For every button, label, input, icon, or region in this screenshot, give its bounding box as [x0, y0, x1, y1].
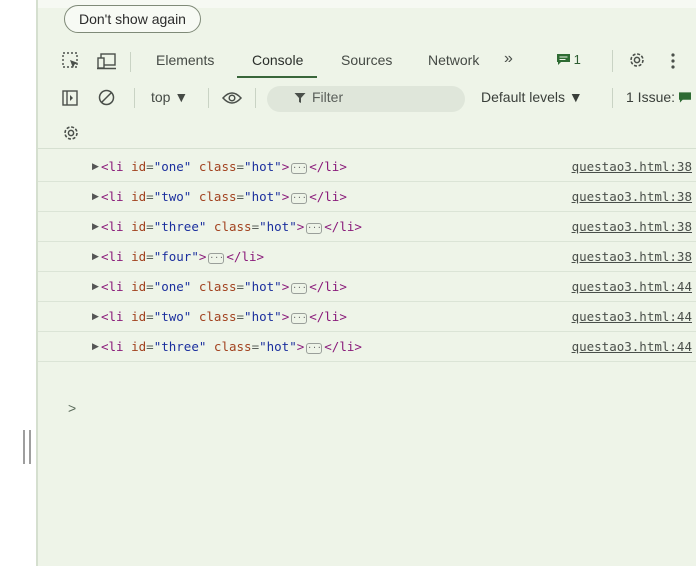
li-class-value: "hot" [244, 159, 282, 174]
source-link[interactable]: questao3.html:38 [572, 249, 692, 264]
source-link[interactable]: questao3.html:44 [572, 309, 692, 324]
issues-counter-label: 1 Issue: [626, 89, 676, 105]
issue-message-icon [678, 92, 691, 103]
li-id-value: "four" [153, 249, 199, 264]
devtools-panel: Don't show again Elements Console Source… [36, 0, 696, 566]
tab-elements[interactable]: Elements [156, 52, 214, 68]
context-selector[interactable]: top ▼ [151, 89, 188, 105]
collapsed-content-icon: ··· [208, 253, 225, 264]
collapsed-content-icon: ··· [306, 223, 323, 234]
collapsed-content-icon: ··· [291, 163, 308, 174]
issues-badge-count: 1 [573, 52, 581, 67]
expand-triangle-icon[interactable]: ▶ [92, 191, 99, 202]
li-element-preview[interactable]: <li id="four"> ··· </li> [101, 249, 264, 264]
expand-triangle-icon[interactable]: ▶ [92, 251, 99, 262]
li-id-value: "three" [153, 219, 207, 234]
li-class-value: "hot" [259, 219, 297, 234]
console-log-row[interactable]: ▶ <li id="three" class="hot"> ··· </li> ques… [38, 212, 696, 242]
tab-network[interactable]: Network [428, 52, 479, 68]
log-levels-dropdown[interactable]: Default levels ▼ [481, 89, 583, 105]
li-class-value: "hot" [244, 309, 282, 324]
issues-counter[interactable]: 1 Issue: [626, 89, 691, 105]
source-link[interactable]: questao3.html:44 [572, 279, 692, 294]
li-id-value: "two" [153, 189, 192, 204]
expand-triangle-icon[interactable]: ▶ [92, 341, 99, 352]
resize-grip[interactable] [23, 430, 31, 464]
collapsed-content-icon: ··· [291, 193, 308, 204]
active-tab-indicator [237, 76, 317, 78]
li-class-value: "hot" [244, 189, 282, 204]
inspect-element-icon[interactable] [62, 52, 80, 70]
collapsed-content-icon: ··· [291, 283, 308, 294]
source-link[interactable]: questao3.html:38 [572, 189, 692, 204]
console-prompt[interactable]: > [68, 400, 76, 416]
li-element-preview[interactable]: <li id="three" class="hot"> ··· </li> [101, 219, 362, 234]
li-element-preview[interactable]: <li id="one" class="hot"> ··· </li> [101, 159, 347, 174]
console-log-row[interactable]: ▶ <li id="one" class="hot"> ··· </li> questa… [38, 272, 696, 302]
message-icon [557, 54, 570, 65]
settings-gear-icon[interactable] [628, 51, 646, 69]
live-expression-eye-icon[interactable] [222, 90, 242, 106]
console-log-row[interactable]: ▶ <li id="two" class="hot"> ··· </li> questa… [38, 182, 696, 212]
li-id-value: "two" [153, 309, 192, 324]
console-log-row[interactable]: ▶ <li id="two" class="hot"> ··· </li> questa… [38, 302, 696, 332]
console-log-row[interactable]: ▶ <li id="four"> ··· </li> questao3.html:38 [38, 242, 696, 272]
more-tabs-button[interactable]: » [504, 50, 513, 68]
source-link[interactable]: questao3.html:38 [572, 159, 692, 174]
expand-triangle-icon[interactable]: ▶ [92, 311, 99, 322]
console-log: ▶ <li id="one" class="hot"> ··· </li> questa… [38, 152, 696, 362]
li-element-preview[interactable]: <li id="three" class="hot"> ··· </li> [101, 339, 362, 354]
console-log-row[interactable]: ▶ <li id="one" class="hot"> ··· </li> questa… [38, 152, 696, 182]
filter-placeholder: Filter [312, 89, 344, 105]
device-toolbar-icon[interactable] [97, 52, 117, 70]
li-id-value: "one" [153, 279, 192, 294]
li-class-value: "hot" [244, 279, 282, 294]
left-gutter [0, 0, 36, 566]
li-id-value: "one" [153, 159, 192, 174]
tab-console[interactable]: Console [252, 52, 303, 68]
issues-badge[interactable]: 1 [557, 52, 581, 67]
li-id-value: "three" [153, 339, 207, 354]
expand-triangle-icon[interactable]: ▶ [92, 281, 99, 292]
collapsed-content-icon: ··· [291, 313, 308, 324]
source-link[interactable]: questao3.html:44 [572, 339, 692, 354]
li-class-value: "hot" [259, 339, 297, 354]
clear-console-icon[interactable] [98, 89, 115, 106]
dont-show-again-button[interactable]: Don't show again [64, 5, 201, 33]
expand-triangle-icon[interactable]: ▶ [92, 221, 99, 232]
expand-triangle-icon[interactable]: ▶ [92, 161, 99, 172]
collapsed-content-icon: ··· [306, 343, 323, 354]
source-link[interactable]: questao3.html:38 [572, 219, 692, 234]
sidebar-toggle-icon[interactable] [62, 90, 78, 106]
console-settings-gear-icon[interactable] [62, 124, 80, 142]
filter-funnel-icon [294, 93, 306, 103]
li-element-preview[interactable]: <li id="one" class="hot"> ··· </li> [101, 279, 347, 294]
tab-sources[interactable]: Sources [341, 52, 392, 68]
li-element-preview[interactable]: <li id="two" class="hot"> ··· </li> [101, 189, 347, 204]
more-options-icon[interactable] [670, 52, 676, 70]
console-log-row[interactable]: ▶ <li id="three" class="hot"> ··· </li> ques… [38, 332, 696, 362]
li-element-preview[interactable]: <li id="two" class="hot"> ··· </li> [101, 309, 347, 324]
